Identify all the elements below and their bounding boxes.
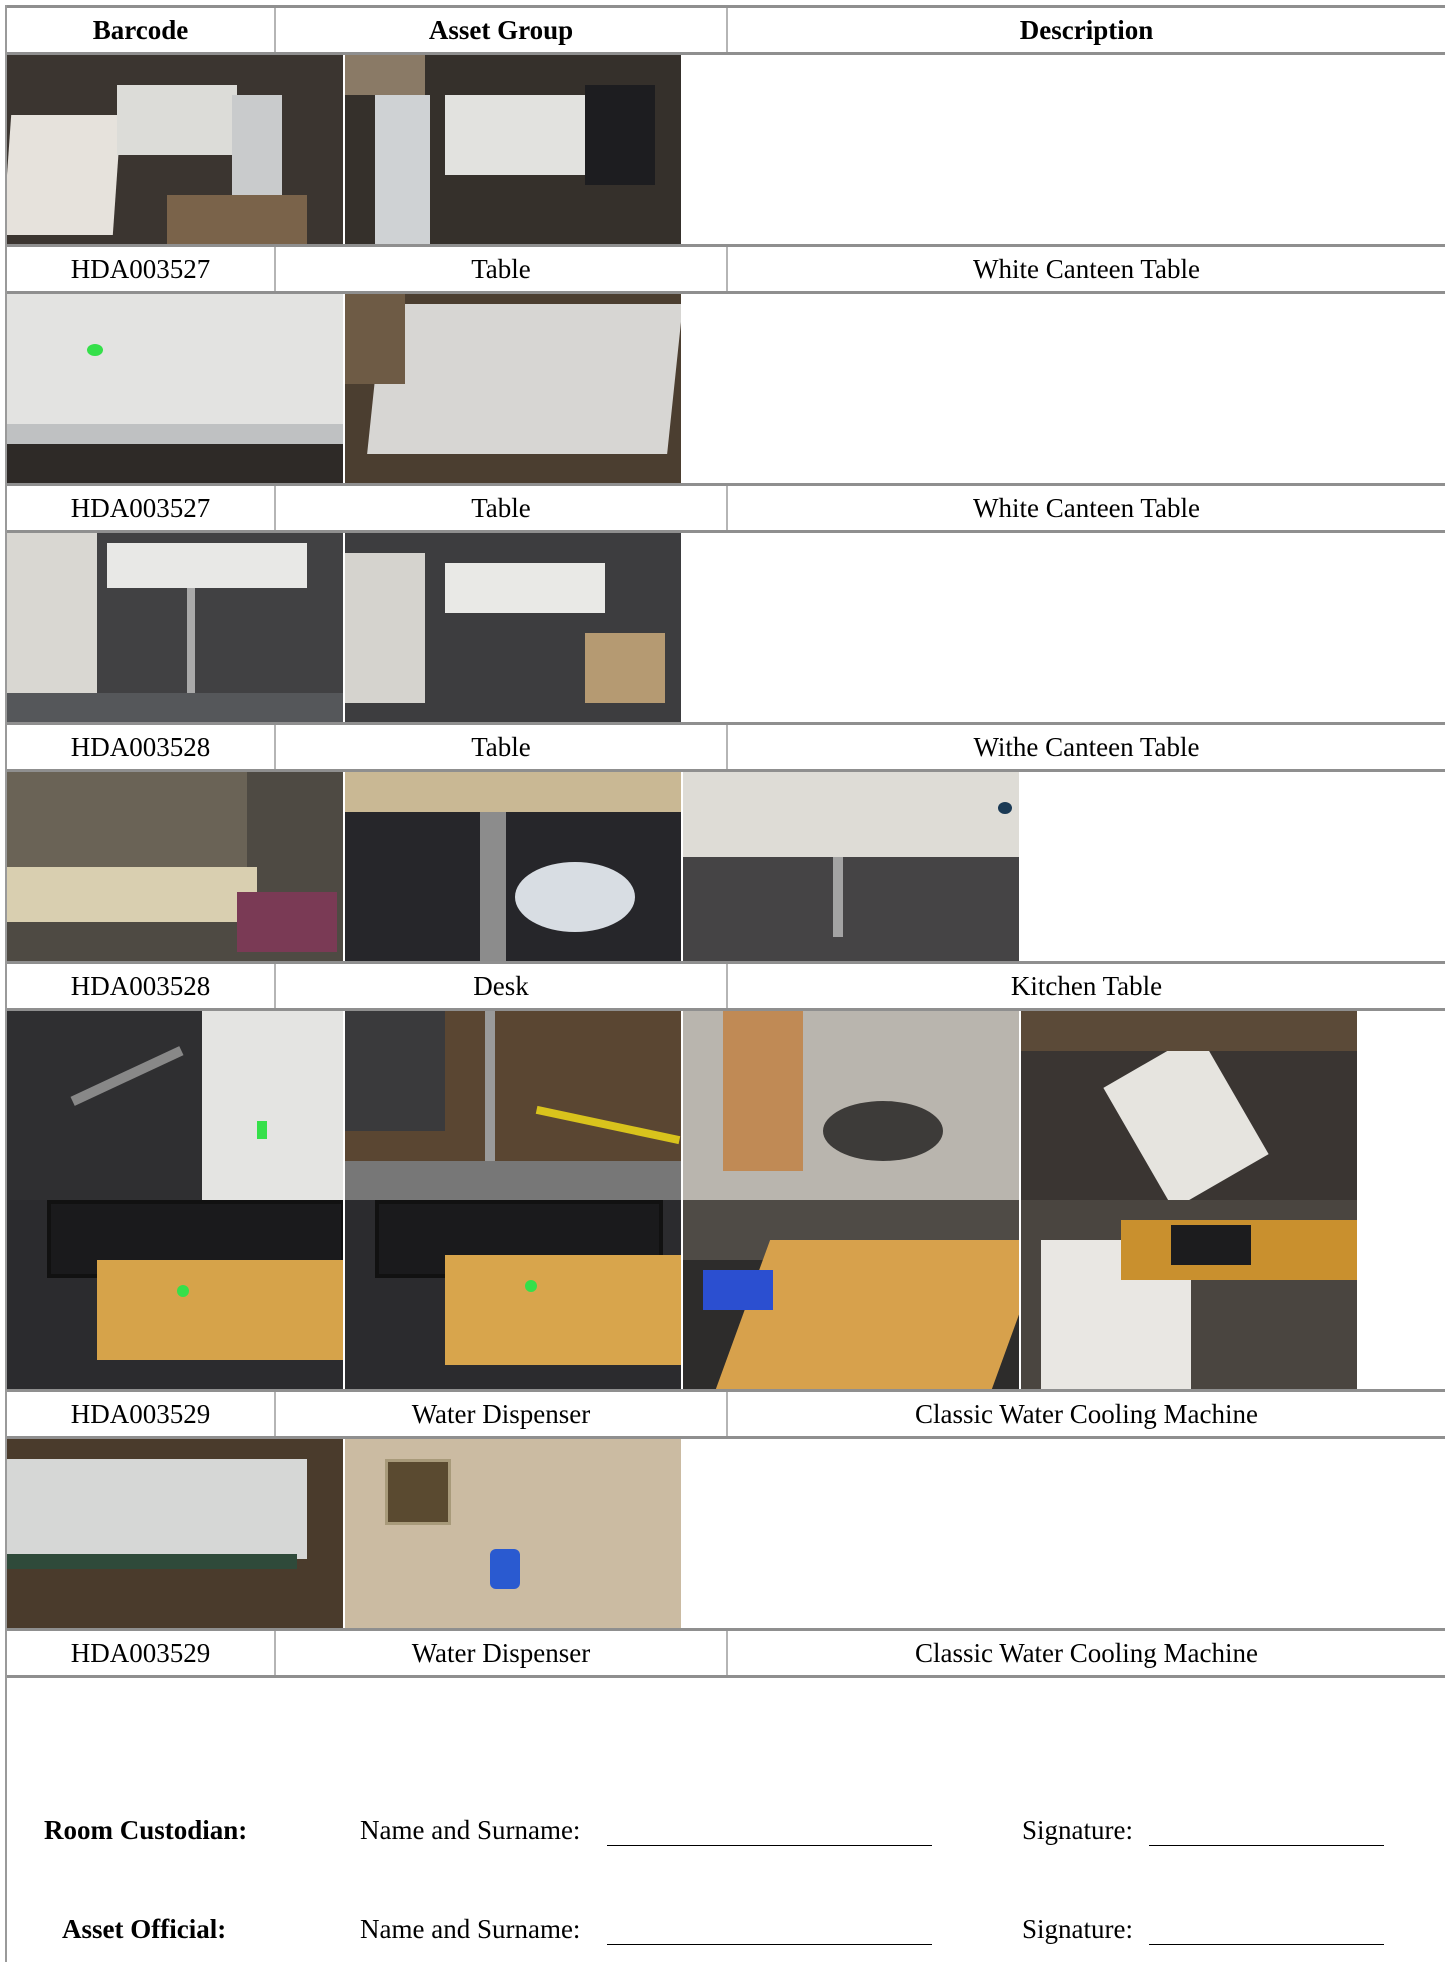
- description-cell: Classic Water Cooling Machine: [727, 1628, 1445, 1678]
- asset-photo: [7, 1200, 343, 1389]
- asset-photo: [345, 294, 681, 483]
- signature-blank[interactable]: [1149, 1845, 1384, 1846]
- asset-photo: [345, 1200, 681, 1389]
- signature-blank[interactable]: [1149, 1944, 1384, 1945]
- asset-photo: [1021, 1011, 1357, 1200]
- barcode-cell: HDA003529: [7, 1628, 276, 1678]
- barcode-cell: HDA003528: [7, 961, 276, 1011]
- asset-photo: [7, 55, 343, 244]
- asset-group-cell: Table: [275, 722, 728, 772]
- photo-row: [7, 1438, 1445, 1630]
- header-description: Description: [727, 5, 1445, 55]
- barcode-cell: HDA003529: [7, 1389, 276, 1439]
- asset-register-page: Barcode Asset Group Description HDA00352…: [5, 5, 1445, 1962]
- photo-row: [7, 532, 1445, 724]
- asset-photo: [7, 772, 343, 961]
- photo-row: [7, 1010, 1445, 1391]
- asset-photo: [345, 1439, 681, 1628]
- asset-photo: [345, 772, 681, 961]
- barcode-cell: HDA003527: [7, 483, 276, 533]
- photo-row: [7, 771, 1445, 963]
- asset-group-cell: Table: [275, 244, 728, 294]
- table-row: HDA003527 Table White Canteen Table: [7, 244, 1445, 294]
- name-blank[interactable]: [607, 1845, 932, 1846]
- description-cell: White Canteen Table: [727, 244, 1445, 294]
- asset-photo: [683, 1011, 1019, 1200]
- table-row: HDA003528 Table Withe Canteen Table: [7, 722, 1445, 772]
- signature-label: Signature:: [1022, 1815, 1133, 1845]
- asset-photo: [683, 1200, 1019, 1389]
- official-signature-line: Asset Official: Name and Surname: Signat…: [7, 1914, 1445, 1954]
- description-cell: Withe Canteen Table: [727, 722, 1445, 772]
- asset-photo: [7, 1011, 343, 1200]
- header-asset-group: Asset Group: [275, 5, 728, 55]
- name-blank[interactable]: [607, 1944, 932, 1945]
- asset-group-cell: Water Dispenser: [275, 1628, 728, 1678]
- signature-label: Signature:: [1022, 1914, 1133, 1944]
- description-cell: Classic Water Cooling Machine: [727, 1389, 1445, 1439]
- table-row: HDA003527 Table White Canteen Table: [7, 483, 1445, 533]
- asset-table: Barcode Asset Group Description HDA00352…: [7, 5, 1445, 1678]
- name-label: Name and Surname:: [360, 1815, 581, 1845]
- header-barcode: Barcode: [7, 5, 276, 55]
- table-row: HDA003528 Desk Kitchen Table: [7, 961, 1445, 1011]
- asset-photo: [7, 294, 343, 483]
- photo-row: [7, 293, 1445, 485]
- asset-group-cell: Desk: [275, 961, 728, 1011]
- asset-group-cell: Water Dispenser: [275, 1389, 728, 1439]
- asset-photo: [1021, 1200, 1357, 1389]
- asset-photo: [345, 1011, 681, 1200]
- official-label: Asset Official:: [62, 1914, 227, 1944]
- table-row: HDA003529 Water Dispenser Classic Water …: [7, 1389, 1445, 1439]
- custodian-signature-line: Room Custodian: Name and Surname: Signat…: [7, 1815, 1445, 1855]
- name-label: Name and Surname:: [360, 1914, 581, 1944]
- barcode-cell: HDA003528: [7, 722, 276, 772]
- custodian-label: Room Custodian:: [44, 1815, 248, 1845]
- barcode-cell: HDA003527: [7, 244, 276, 294]
- description-cell: Kitchen Table: [727, 961, 1445, 1011]
- asset-photo: [7, 1439, 343, 1628]
- asset-photo: [345, 55, 681, 244]
- photo-row: [7, 54, 1445, 246]
- asset-photo: [345, 533, 681, 722]
- table-header-row: Barcode Asset Group Description: [7, 5, 1445, 55]
- table-row: HDA003529 Water Dispenser Classic Water …: [7, 1628, 1445, 1678]
- asset-photo: [683, 772, 1019, 961]
- description-cell: White Canteen Table: [727, 483, 1445, 533]
- asset-photo: [7, 533, 343, 722]
- asset-group-cell: Table: [275, 483, 728, 533]
